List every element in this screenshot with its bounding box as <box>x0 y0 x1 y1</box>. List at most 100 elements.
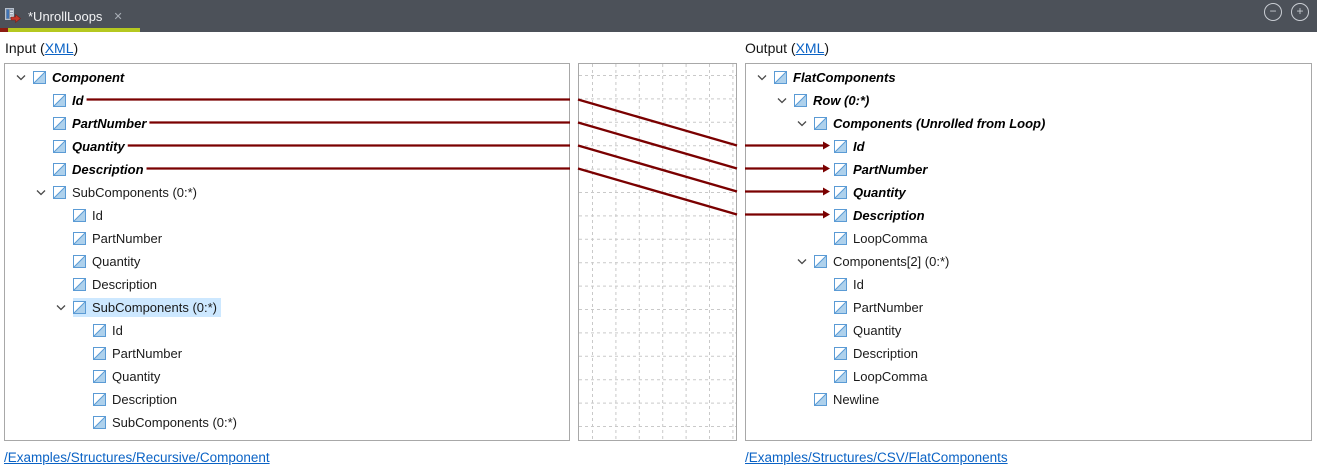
xml-node-icon <box>834 209 847 222</box>
xml-node-icon <box>834 301 847 314</box>
tree-row[interactable]: Row (0:*) <box>746 89 1311 112</box>
tree-row[interactable]: LoopComma <box>746 227 1311 250</box>
node-label: Component <box>52 70 124 85</box>
input-xml-link[interactable]: XML <box>45 40 74 56</box>
xml-node-icon <box>814 117 827 130</box>
chevron-down-icon[interactable] <box>53 304 73 311</box>
node-label: Row (0:*) <box>813 93 869 108</box>
tree-row[interactable]: Quantity <box>5 250 569 273</box>
xml-node-icon <box>73 209 86 222</box>
tree-row[interactable]: PartNumber <box>5 112 569 135</box>
xml-node-icon <box>834 278 847 291</box>
xml-node-icon <box>53 186 66 199</box>
node-label: FlatComponents <box>793 70 896 85</box>
mapping-document-icon <box>5 7 21 26</box>
chevron-down-icon[interactable] <box>13 74 33 81</box>
node-label: Id <box>112 323 123 338</box>
tree-row[interactable]: Components (Unrolled from Loop) <box>746 112 1311 135</box>
xml-node-icon <box>73 255 86 268</box>
tree-row[interactable]: PartNumber <box>5 342 569 365</box>
tab-unrollloops[interactable]: *UnrollLoops ✕ <box>0 2 133 30</box>
node-label: SubComponents (0:*) <box>72 185 197 200</box>
tree-row[interactable]: SubComponents (0:*) <box>5 296 569 319</box>
xml-node-icon <box>53 140 66 153</box>
node-label: Description <box>853 346 918 361</box>
xml-node-icon <box>53 117 66 130</box>
tree-row[interactable]: Description <box>746 204 1311 227</box>
tree-row[interactable]: LoopComma <box>746 365 1311 388</box>
xml-node-icon <box>814 393 827 406</box>
chevron-down-icon[interactable] <box>754 74 774 81</box>
tree-row[interactable]: PartNumber <box>5 227 569 250</box>
xml-node-icon <box>834 324 847 337</box>
tree-row[interactable]: FlatComponents <box>746 66 1311 89</box>
tree-row[interactable]: PartNumber <box>746 158 1311 181</box>
xml-node-icon <box>834 347 847 360</box>
node-label: LoopComma <box>853 231 927 246</box>
tree-row[interactable]: PartNumber <box>746 296 1311 319</box>
tree-row[interactable]: Id <box>5 89 569 112</box>
node-label: Description <box>853 208 925 223</box>
node-label: Quantity <box>853 185 906 200</box>
tree-row[interactable]: Quantity <box>746 319 1311 342</box>
xml-node-icon <box>834 186 847 199</box>
input-schema-path-link-wrap: /Examples/Structures/Recursive/Component <box>4 450 270 465</box>
chevron-down-icon[interactable] <box>774 97 794 104</box>
tree-row[interactable]: Id <box>746 273 1311 296</box>
tree-row[interactable]: Id <box>5 319 569 342</box>
node-label: Quantity <box>853 323 901 338</box>
xml-node-icon <box>33 71 46 84</box>
output-schema-path-link[interactable]: /Examples/Structures/CSV/FlatComponents <box>745 450 1008 465</box>
zoom-in-button[interactable]: + <box>1291 3 1309 21</box>
zoom-out-button[interactable]: − <box>1264 3 1282 21</box>
node-label: Quantity <box>112 369 160 384</box>
tree-row[interactable]: Quantity <box>5 365 569 388</box>
tree-row[interactable]: Id <box>746 135 1311 158</box>
node-label: LoopComma <box>853 369 927 384</box>
chevron-down-icon[interactable] <box>794 120 814 127</box>
xml-node-icon <box>53 94 66 107</box>
input-schema-path-link[interactable]: /Examples/Structures/Recursive/Component <box>4 450 270 465</box>
tree-row[interactable]: Description <box>5 388 569 411</box>
node-label: PartNumber <box>112 346 182 361</box>
xml-node-icon <box>794 94 807 107</box>
node-label: PartNumber <box>853 300 923 315</box>
tree-row[interactable]: SubComponents (0:*) <box>5 411 569 434</box>
tree-row[interactable]: SubComponents (0:*) <box>5 181 569 204</box>
node-label: Description <box>92 277 157 292</box>
tree-row[interactable]: Description <box>746 342 1311 365</box>
tree-row[interactable]: Description <box>5 158 569 181</box>
input-structure-panel: Component Id PartNumber Quantity Description… <box>4 63 570 441</box>
tab-bar: *UnrollLoops ✕ − + <box>0 0 1317 32</box>
tree-row[interactable]: Description <box>5 273 569 296</box>
node-label: Description <box>112 392 177 407</box>
output-pane-header: Output (XML) <box>745 40 829 56</box>
xml-node-icon <box>834 232 847 245</box>
tree-row[interactable]: Component <box>5 66 569 89</box>
node-label: Description <box>72 162 144 177</box>
xml-node-icon <box>93 370 106 383</box>
tree-row[interactable]: Components[2] (0:*) <box>746 250 1311 273</box>
mapping-canvas[interactable] <box>578 63 737 441</box>
tree-row[interactable]: Newline <box>746 388 1311 411</box>
tab-underline-accent <box>0 28 8 32</box>
node-label: PartNumber <box>92 231 162 246</box>
tree-row[interactable]: Id <box>5 204 569 227</box>
node-label: SubComponents (0:*) <box>112 415 237 430</box>
chevron-down-icon[interactable] <box>33 189 53 196</box>
node-label: Quantity <box>92 254 140 269</box>
output-label: Output ( <box>745 40 796 56</box>
xml-node-icon <box>93 393 106 406</box>
tab-title: *UnrollLoops <box>28 9 102 24</box>
node-label: Newline <box>833 392 879 407</box>
node-label: Id <box>72 93 84 108</box>
tab-close-icon[interactable]: ✕ <box>113 10 122 23</box>
tree-row[interactable]: Quantity <box>746 181 1311 204</box>
node-label: PartNumber <box>72 116 146 131</box>
chevron-down-icon[interactable] <box>794 258 814 265</box>
xml-node-icon <box>93 347 106 360</box>
output-xml-link[interactable]: XML <box>796 40 825 56</box>
xml-node-icon <box>814 255 827 268</box>
tree-row[interactable]: Quantity <box>5 135 569 158</box>
output-schema-path-link-wrap: /Examples/Structures/CSV/FlatComponents <box>745 450 1008 465</box>
